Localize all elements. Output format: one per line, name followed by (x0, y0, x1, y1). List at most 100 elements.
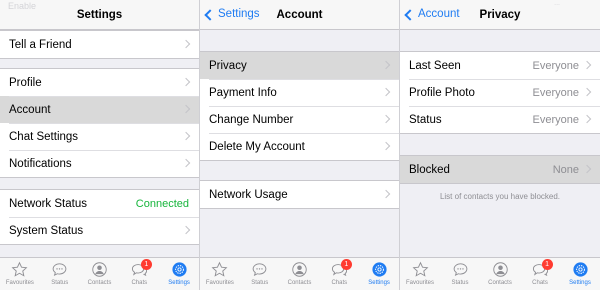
row-value: Everyone (532, 86, 579, 99)
tab-settings[interactable]: Settings (560, 258, 600, 290)
row-profile-photo[interactable]: Profile Photo Everyone (400, 79, 600, 106)
navigation-bar: Settings Account (200, 0, 399, 30)
gear-icon (572, 262, 588, 277)
ghost-text: ... (554, 0, 560, 7)
tab-chats[interactable]: 1 Chats (520, 258, 560, 290)
row-label: Status (409, 113, 442, 126)
tab-label: Settings (168, 280, 190, 286)
speech-bubble-icon (453, 263, 467, 277)
page-title: Account (276, 9, 323, 21)
tab-chats[interactable]: 1 Chats (119, 258, 159, 290)
person-icon (492, 262, 508, 277)
person-icon (92, 262, 107, 277)
person-icon (292, 262, 307, 277)
chevron-right-icon (181, 158, 191, 168)
tab-bar: Favourites Status Contacts 1 Chats Setti… (0, 257, 199, 290)
row-profile[interactable]: Profile (0, 69, 199, 96)
row-label: Profile (9, 76, 42, 89)
chevron-right-icon (582, 164, 592, 174)
chevron-right-icon (381, 60, 391, 70)
tab-status[interactable]: Status (240, 258, 280, 290)
row-network-usage[interactable]: Network Usage (200, 181, 399, 208)
row-label: Chat Settings (9, 130, 79, 143)
row-change-number[interactable]: Change Number (200, 106, 399, 133)
tab-favourites[interactable]: Favourites (400, 258, 440, 290)
row-delete-my-account[interactable]: Delete My Account (200, 133, 399, 160)
row-network-status[interactable]: Network Status Connected (0, 190, 199, 217)
gear-icon (371, 262, 387, 277)
chevron-right-icon (582, 114, 592, 124)
tab-label: Status (451, 280, 469, 286)
unread-badge: 1 (140, 259, 152, 270)
tab-label: Status (51, 280, 69, 286)
tab-settings[interactable]: Settings (359, 258, 399, 290)
row-label: Payment Info (209, 86, 277, 99)
tab-label: Favourites (405, 280, 434, 286)
tab-label: Settings (368, 280, 390, 286)
tab-label: Chats (331, 280, 348, 286)
tab-chats[interactable]: 1 Chats (319, 258, 359, 290)
row-status[interactable]: Status Everyone (400, 106, 600, 133)
row-label: Blocked (409, 163, 450, 176)
row-blocked[interactable]: Blocked None (400, 156, 600, 183)
tab-label: Chats (131, 280, 148, 286)
speech-bubble-icon (52, 263, 67, 277)
chevron-right-icon (582, 87, 592, 97)
tab-bar: Favourites Status Contacts 1 Chats Setti… (400, 257, 600, 290)
star-icon (11, 261, 28, 277)
chevron-right-icon (381, 189, 391, 199)
unread-badge: 1 (541, 259, 553, 270)
row-label: Last Seen (409, 59, 461, 72)
row-last-seen[interactable]: Last Seen Everyone (400, 52, 600, 79)
row-label: Privacy (209, 59, 247, 72)
tab-label: Chats (532, 280, 548, 286)
account-group-main: Privacy Payment Info Change Number Delet… (200, 51, 399, 161)
row-label: Tell a Friend (9, 38, 72, 51)
row-label: Notifications (9, 157, 72, 170)
tab-favourites[interactable]: Favourites (200, 258, 240, 290)
row-privacy[interactable]: Privacy (200, 52, 399, 79)
row-value: None (552, 163, 579, 176)
chevron-right-icon (181, 131, 191, 141)
privacy-group-blocked: Blocked None (400, 155, 600, 184)
star-icon (412, 261, 428, 277)
tab-contacts[interactable]: Contacts (280, 258, 320, 290)
settings-group-status: Network Status Connected System Status (0, 189, 199, 245)
chevron-right-icon (181, 77, 191, 87)
chevron-right-icon (582, 60, 592, 70)
row-tell-a-friend[interactable]: Tell a Friend (0, 31, 199, 58)
row-label: Change Number (209, 113, 294, 126)
navigation-bar: Enable Settings (0, 0, 199, 30)
row-account[interactable]: Account (0, 96, 199, 123)
navigation-bar: ... Account Privacy (400, 0, 600, 30)
row-label: Delete My Account (209, 140, 305, 153)
row-label: Network Status (9, 197, 87, 210)
tab-label: Favourites (5, 280, 34, 286)
tab-contacts[interactable]: Contacts (480, 258, 520, 290)
chevron-right-icon (381, 114, 391, 124)
row-label: Account (9, 103, 51, 116)
unread-badge: 1 (340, 259, 352, 270)
page-title: Settings (76, 9, 123, 21)
row-value: Everyone (532, 59, 579, 72)
account-group-usage: Network Usage (200, 180, 399, 209)
row-notifications[interactable]: Notifications (0, 150, 199, 177)
chevron-right-icon (181, 225, 191, 235)
speech-bubble-icon (252, 263, 267, 277)
connection-status-value: Connected (135, 197, 189, 210)
tab-label: Settings (569, 280, 591, 286)
tab-favourites[interactable]: Favourites (0, 258, 40, 290)
page-title: Privacy (479, 9, 521, 21)
tab-status[interactable]: Status (440, 258, 480, 290)
row-payment-info[interactable]: Payment Info (200, 79, 399, 106)
tab-label: Contacts (87, 280, 112, 286)
account-screen: Settings Account Privacy Payment Info Ch… (200, 0, 399, 290)
settings-screen: Enable Settings Tell a Friend Profile Ac… (0, 0, 199, 290)
settings-group-invite: Tell a Friend (0, 30, 199, 59)
row-chat-settings[interactable]: Chat Settings (0, 123, 199, 150)
tab-settings[interactable]: Settings (159, 258, 199, 290)
row-system-status[interactable]: System Status (0, 217, 199, 244)
tab-status[interactable]: Status (40, 258, 80, 290)
chevron-right-icon (181, 104, 191, 114)
tab-contacts[interactable]: Contacts (80, 258, 120, 290)
